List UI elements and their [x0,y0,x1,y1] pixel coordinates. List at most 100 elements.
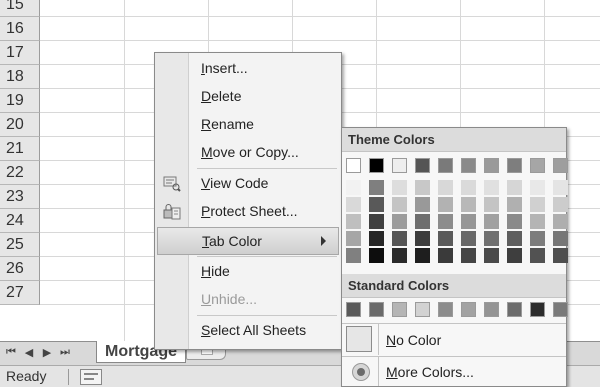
standard-color-swatch[interactable] [346,302,361,317]
theme-shade-swatch[interactable] [415,231,430,246]
theme-shade-swatch[interactable] [438,197,453,212]
theme-shade-swatch[interactable] [461,248,476,263]
theme-shade-swatch[interactable] [346,231,361,246]
theme-shade-swatch[interactable] [346,180,361,195]
theme-shade-swatch[interactable] [415,197,430,212]
theme-shade-swatch[interactable] [530,231,545,246]
theme-shade-swatch[interactable] [553,248,568,263]
theme-color-swatch[interactable] [392,158,407,173]
theme-shade-swatch[interactable] [415,214,430,229]
theme-color-swatch[interactable] [461,158,476,173]
theme-shade-swatch[interactable] [461,197,476,212]
theme-shade-swatch[interactable] [369,214,384,229]
theme-shade-swatch[interactable] [438,231,453,246]
theme-shade-swatch[interactable] [484,231,499,246]
theme-shade-swatch[interactable] [507,231,522,246]
record-macro-icon[interactable] [80,369,102,385]
theme-shade-swatch[interactable] [392,231,407,246]
menu-protect-sheet[interactable]: Protect Sheet... [155,198,341,226]
menu-move-or-copy[interactable]: Move or Copy... [155,139,341,167]
menu-view-code[interactable]: View Code [155,170,341,198]
theme-color-swatch[interactable] [484,158,499,173]
standard-color-swatch[interactable] [415,302,430,317]
theme-shade-swatch[interactable] [392,248,407,263]
row-header[interactable]: 17 [0,41,40,65]
standard-color-swatch[interactable] [438,302,453,317]
menu-rename[interactable]: Rename [155,111,341,139]
standard-color-swatch[interactable] [461,302,476,317]
theme-shade-swatch[interactable] [461,231,476,246]
row-header[interactable]: 16 [0,17,40,41]
row-header[interactable]: 24 [0,209,40,233]
theme-shade-swatch[interactable] [392,180,407,195]
first-sheet-icon[interactable]: ⏮ [4,346,18,359]
theme-color-swatch[interactable] [438,158,453,173]
theme-shade-swatch[interactable] [415,248,430,263]
theme-shade-swatch[interactable] [392,197,407,212]
menu-insert[interactable]: Insert... [155,55,341,83]
theme-shade-swatch[interactable] [392,214,407,229]
standard-color-swatch[interactable] [530,302,545,317]
theme-shade-swatch[interactable] [484,197,499,212]
theme-color-swatch[interactable] [415,158,430,173]
theme-shade-swatch[interactable] [461,214,476,229]
theme-shade-swatch[interactable] [346,197,361,212]
theme-shade-swatch[interactable] [346,214,361,229]
no-color-option[interactable]: No Color [342,323,566,355]
theme-shade-swatch[interactable] [461,180,476,195]
theme-shade-swatch[interactable] [553,197,568,212]
menu-select-all-sheets[interactable]: Select All Sheets [155,317,341,345]
row-header[interactable]: 18 [0,65,40,89]
theme-shade-swatch[interactable] [438,180,453,195]
row-header[interactable]: 19 [0,89,40,113]
standard-color-swatch[interactable] [484,302,499,317]
more-colors-option[interactable]: More Colors... [342,356,566,386]
next-sheet-icon[interactable]: ▶ [40,346,54,359]
theme-shade-swatch[interactable] [346,248,361,263]
row-header[interactable]: 15 [0,0,40,17]
theme-shade-swatch[interactable] [530,248,545,263]
theme-shade-swatch[interactable] [484,180,499,195]
row-header[interactable]: 21 [0,137,40,161]
row-header[interactable]: 23 [0,185,40,209]
standard-color-swatch[interactable] [369,302,384,317]
standard-color-swatch[interactable] [507,302,522,317]
row-header[interactable]: 25 [0,233,40,257]
theme-color-swatch[interactable] [553,158,568,173]
row-header[interactable]: 20 [0,113,40,137]
standard-color-swatch[interactable] [553,302,568,317]
menu-hide[interactable]: Hide [155,258,341,286]
theme-color-swatch[interactable] [346,158,361,173]
menu-tab-color[interactable]: Tab Color [157,227,339,255]
row-header[interactable]: 22 [0,161,40,185]
theme-shade-swatch[interactable] [369,180,384,195]
row-header[interactable]: 27 [0,281,40,305]
theme-shade-swatch[interactable] [530,197,545,212]
menu-item-label: Insert... [201,60,248,76]
last-sheet-icon[interactable]: ⏭ [58,346,72,359]
theme-color-swatch[interactable] [530,158,545,173]
theme-shade-swatch[interactable] [415,180,430,195]
theme-shade-swatch[interactable] [438,214,453,229]
theme-shade-swatch[interactable] [507,197,522,212]
theme-shade-swatch[interactable] [369,231,384,246]
standard-color-swatch[interactable] [392,302,407,317]
theme-shade-swatch[interactable] [484,214,499,229]
theme-shade-swatch[interactable] [369,248,384,263]
theme-shade-swatch[interactable] [484,248,499,263]
theme-shade-swatch[interactable] [369,197,384,212]
theme-shade-swatch[interactable] [553,180,568,195]
menu-delete[interactable]: Delete [155,83,341,111]
theme-color-swatch[interactable] [369,158,384,173]
theme-shade-swatch[interactable] [530,180,545,195]
theme-shade-swatch[interactable] [553,231,568,246]
theme-shade-swatch[interactable] [530,214,545,229]
theme-shade-swatch[interactable] [507,180,522,195]
theme-color-swatch[interactable] [507,158,522,173]
prev-sheet-icon[interactable]: ◀ [22,346,36,359]
theme-shade-swatch[interactable] [438,248,453,263]
theme-shade-swatch[interactable] [507,248,522,263]
theme-shade-swatch[interactable] [507,214,522,229]
theme-shade-swatch[interactable] [553,214,568,229]
row-header[interactable]: 26 [0,257,40,281]
